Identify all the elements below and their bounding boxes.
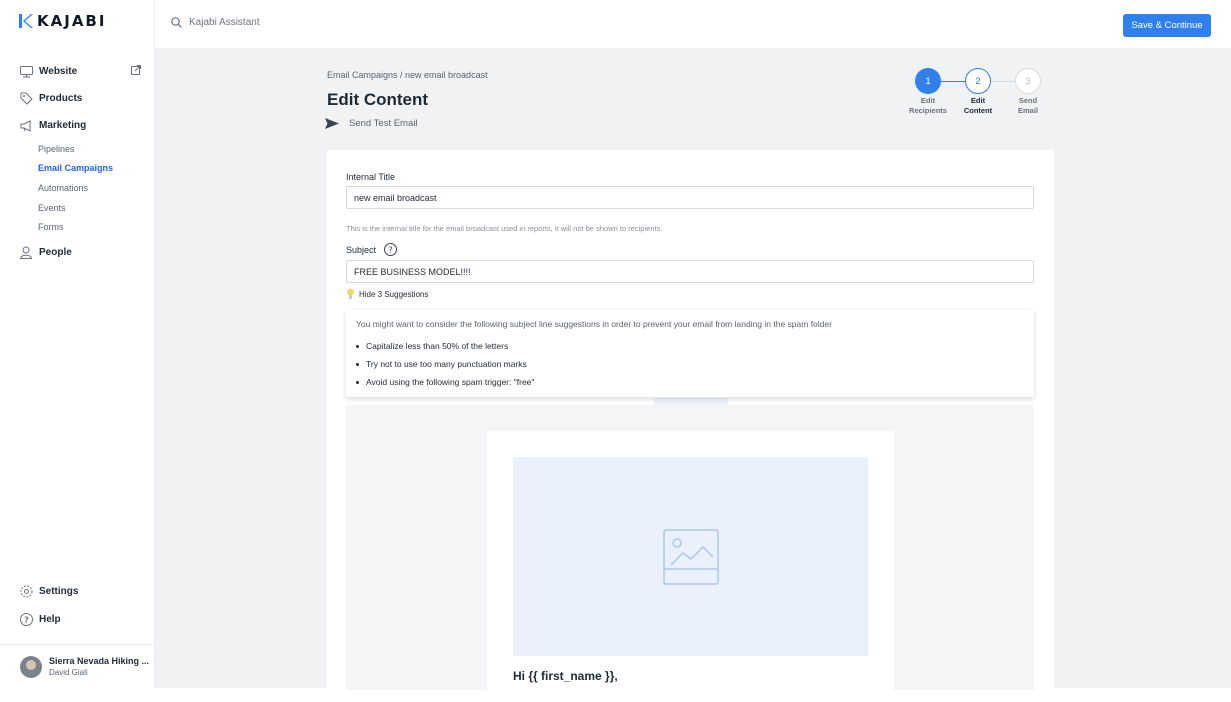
svg-text:?: ? (388, 246, 392, 255)
subject-label: Subject ? (346, 243, 398, 256)
step-2-label: Edit Content (953, 96, 1003, 116)
sidebar-item-help[interactable]: ? Help (0, 606, 155, 633)
sidebar-item-website[interactable]: Website (0, 58, 155, 85)
search-input[interactable]: Kajabi Assistant (171, 17, 260, 28)
step-2-label-line1: Edit (970, 96, 986, 105)
hide-suggestions-label: Hide 3 Suggestions (359, 289, 429, 299)
send-icon (325, 118, 339, 129)
megaphone-icon (19, 119, 33, 133)
top-bar: Kajabi Assistant Save & Continue (155, 0, 1231, 48)
search-placeholder: Kajabi Assistant (189, 17, 260, 28)
internal-title-help: This is the internal title for the email… (346, 224, 663, 233)
logo-text: KAJABI (37, 12, 107, 30)
save-and-continue-button[interactable]: Save & Continue (1123, 14, 1211, 37)
monitor-icon (19, 65, 33, 79)
email-greeting: Hi {{ first_name }}, (513, 669, 618, 683)
hide-suggestions-toggle[interactable]: Hide 3 Suggestions (346, 288, 428, 300)
step-3-label-line2: Email (1017, 106, 1038, 115)
internal-title-input[interactable]: new email broadcast (346, 186, 1034, 209)
page-title: Edit Content (327, 90, 429, 109)
subject-label-text: Subject (346, 244, 377, 255)
kajabi-logo-icon (19, 14, 33, 28)
step-1-label: Edit Recipients (903, 96, 953, 116)
breadcrumb[interactable]: Email Campaigns / new email broadcast (327, 70, 488, 80)
help-circle-icon[interactable]: ? (384, 243, 398, 256)
progress-stepper: 1 2 3 Edit Recipients Edit Content Send … (909, 68, 1055, 128)
sidebar-subitem-automations[interactable]: Automations (38, 178, 155, 198)
list-item: Avoid using the following spam trigger: … (356, 373, 534, 391)
kajabi-logo[interactable]: KAJABI (19, 12, 106, 30)
help-circle-icon: ? (19, 613, 33, 627)
step-connector (941, 80, 965, 82)
step-3-circle[interactable]: 3 (1015, 68, 1041, 94)
sidebar-subitem-events[interactable]: Events (38, 198, 155, 218)
preview-tab (654, 398, 728, 406)
step-2-label-line2: Content (963, 106, 993, 115)
sidebar-item-marketing[interactable]: Marketing (0, 112, 155, 139)
step-2-circle[interactable]: 2 (965, 68, 991, 94)
tag-icon (19, 92, 33, 106)
content-card: Internal Title new email broadcast This … (327, 150, 1054, 690)
list-item: Try not to use too many punctuation mark… (356, 355, 534, 373)
person-icon (19, 245, 33, 259)
step-3-label: Send Email (1003, 96, 1053, 116)
sidebar-item-label: Products (39, 93, 83, 104)
subject-input[interactable]: FREE BUSINESS MODEL!!!! (346, 260, 1034, 283)
suggestions-popover: You might want to consider the following… (346, 310, 1034, 397)
email-preview-body[interactable]: Hi {{ first_name }}, (487, 431, 894, 690)
image-icon (662, 528, 719, 585)
sidebar-subitem-email-campaigns[interactable]: Email Campaigns (38, 159, 155, 179)
sidebar-item-label: Marketing (39, 120, 87, 131)
send-test-email-label: Send Test Email (349, 118, 418, 129)
sidebar-subitem-forms[interactable]: Forms (38, 217, 155, 237)
search-icon (171, 17, 182, 28)
sidebar-item-label: Settings (39, 586, 79, 597)
external-link-icon[interactable] (131, 65, 141, 75)
sidebar-item-label: Help (39, 614, 61, 625)
sidebar-subitem-pipelines[interactable]: Pipelines (38, 139, 155, 159)
step-1-label-line2: Recipients (909, 106, 947, 115)
svg-text:?: ? (24, 616, 29, 625)
step-1-circle[interactable]: 1 (915, 68, 941, 94)
sidebar-item-products[interactable]: Products (0, 85, 155, 112)
suggestions-intro: You might want to consider the following… (356, 319, 832, 329)
sidebar-item-settings[interactable]: Settings (0, 578, 155, 605)
sidebar-item-people[interactable]: People (0, 239, 155, 266)
step-3-label-line1: Send (1018, 96, 1038, 105)
step-connector (991, 80, 1015, 82)
list-item: Capitalize less than 50% of the letters (356, 337, 534, 355)
lightbulb-icon (347, 288, 354, 299)
suggestions-list: Capitalize less than 50% of the letters … (356, 337, 534, 391)
main-content: Email Campaigns / new email broadcast Ed… (155, 48, 1231, 690)
marketing-subnav: Pipelines Email Campaigns Automations Ev… (0, 139, 155, 237)
sidebar-item-label: People (39, 246, 72, 258)
user-name: David Giali (49, 668, 88, 677)
image-placeholder[interactable] (513, 457, 868, 656)
user-account[interactable]: Sierra Nevada Hiking ... David Giali (0, 644, 155, 688)
bottom-nav: Settings ? Help (0, 578, 155, 633)
main-nav: Website Products Marketing Pipelines Ema… (0, 58, 155, 266)
step-1-label-line1: Edit (920, 96, 936, 105)
gear-icon (19, 585, 33, 599)
send-test-email-button[interactable]: Send Test Email (325, 118, 417, 129)
avatar (20, 655, 42, 678)
internal-title-label: Internal Title (346, 172, 396, 182)
sidebar-item-label: Website (39, 66, 78, 77)
user-site-name: Sierra Nevada Hiking ... (49, 656, 150, 666)
sidebar: KAJABI Website Products Marketing Pipeli… (0, 0, 155, 688)
